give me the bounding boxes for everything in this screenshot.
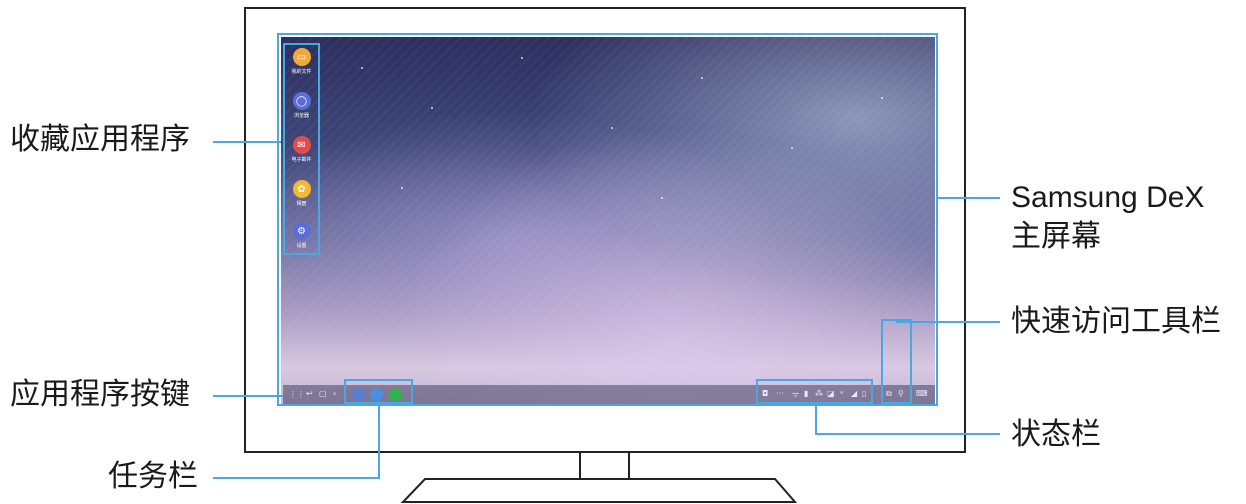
- favorites-callout-line: [213, 141, 281, 143]
- taskbar-callout-line-v: [378, 404, 380, 479]
- stand-base: [400, 478, 798, 503]
- stand-neck-right: [628, 453, 630, 480]
- quick-access-callout: 快速访问工具栏: [1011, 304, 1221, 339]
- status-bar-highlight: [756, 379, 873, 404]
- stand-neck-left: [579, 453, 581, 480]
- favorites-highlight: [283, 43, 320, 255]
- quick-access-highlight: [881, 319, 912, 404]
- taskbar-callout-line-h: [213, 477, 380, 479]
- quick-access-callout-line: [896, 321, 1000, 323]
- home-callout-line2: 主屏幕: [1011, 219, 1101, 254]
- status-callout-line-h: [815, 433, 1000, 435]
- status-callout-line-v: [815, 404, 817, 435]
- home-callout-line1: Samsung DeX: [1011, 181, 1205, 214]
- status-bar-callout: 状态栏: [1011, 417, 1101, 452]
- home-screen-highlight: [277, 33, 938, 406]
- app-button-callout: 应用程序按键: [10, 377, 190, 412]
- taskbar-callout: 任务栏: [108, 459, 198, 494]
- taskbar-highlight: [344, 379, 413, 404]
- app-button-callout-line: [213, 395, 283, 397]
- home-callout-line: [938, 197, 1000, 199]
- favorites-callout: 收藏应用程序: [10, 122, 190, 157]
